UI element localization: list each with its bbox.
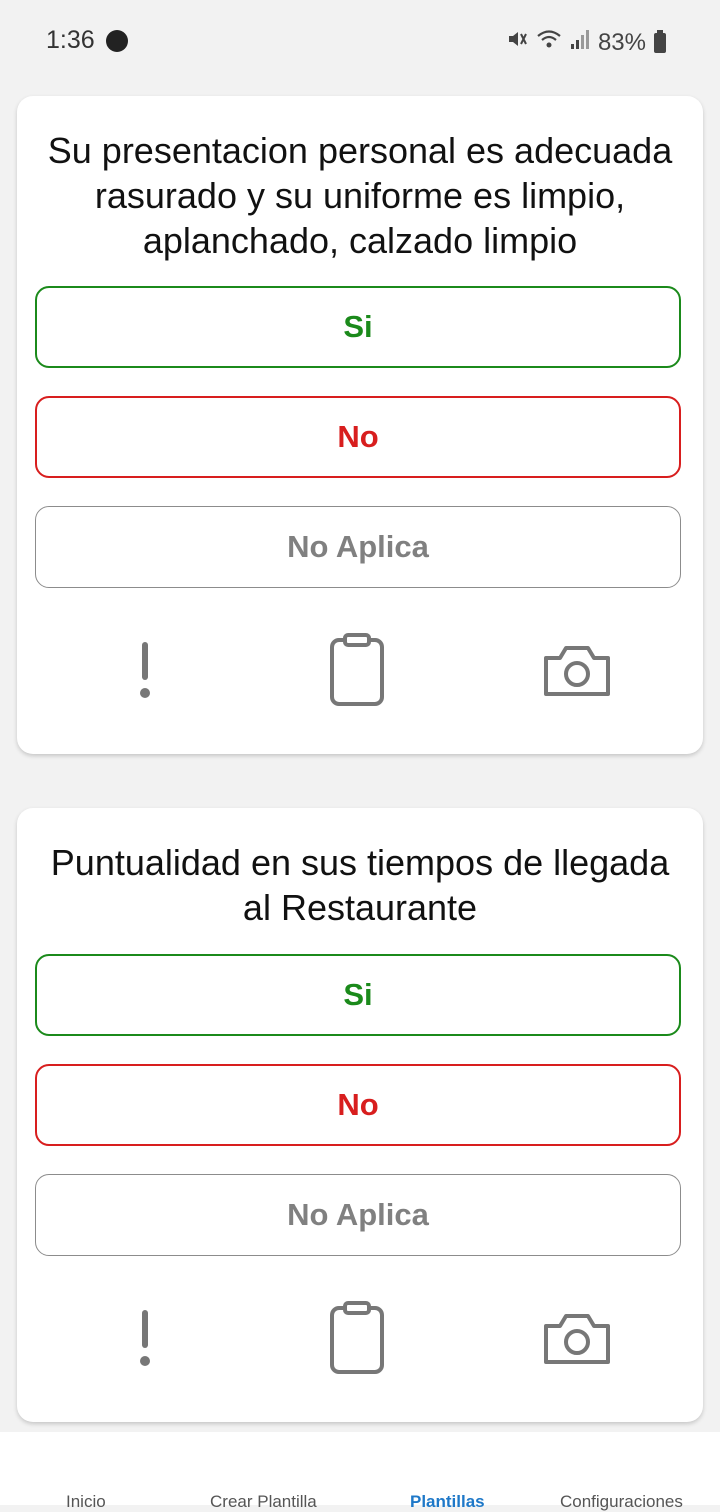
yes-button[interactable]: Si (35, 286, 681, 368)
question-text: Puntualidad en sus tiempos de llegada al… (50, 842, 670, 928)
signal-icon (570, 28, 590, 57)
status-bar: 1:36 83% (0, 0, 720, 82)
action-icons (17, 630, 703, 710)
no-button[interactable]: No (35, 1064, 681, 1146)
no-button[interactable]: No (35, 396, 681, 478)
clipboard-icon[interactable] (317, 630, 397, 710)
mute-icon (506, 28, 528, 57)
nav-item-inicio[interactable]: Inicio (66, 1492, 106, 1512)
app-notification-icon (106, 30, 128, 52)
camera-icon[interactable] (537, 1298, 617, 1378)
question-card: Su presentacion personal es adecuada ras… (17, 96, 703, 754)
yes-button[interactable]: Si (35, 954, 681, 1036)
not-applicable-button[interactable]: No Aplica (35, 1174, 681, 1256)
status-indicators: 83% (506, 28, 666, 57)
battery-percent: 83% (597, 28, 646, 56)
question-text: Su presentacion personal es adecuada ras… (47, 130, 673, 261)
exclamation-icon[interactable] (105, 630, 185, 710)
status-time: 1:36 (46, 26, 95, 54)
bottom-nav: Inicio Crear Plantilla Plantillas Config… (0, 1432, 720, 1511)
clipboard-icon[interactable] (317, 1298, 397, 1378)
nav-item-crear-plantilla[interactable]: Crear Plantilla (210, 1492, 317, 1512)
wifi-icon (536, 28, 562, 57)
camera-icon[interactable] (537, 630, 617, 710)
battery-icon (654, 29, 666, 53)
exclamation-icon[interactable] (105, 1298, 185, 1378)
nav-item-configuraciones[interactable]: Configuraciones (560, 1492, 683, 1512)
action-icons (17, 1298, 703, 1378)
nav-item-plantillas[interactable]: Plantillas (410, 1492, 485, 1512)
question-card: Puntualidad en sus tiempos de llegada al… (17, 808, 703, 1422)
not-applicable-button[interactable]: No Aplica (35, 506, 681, 588)
